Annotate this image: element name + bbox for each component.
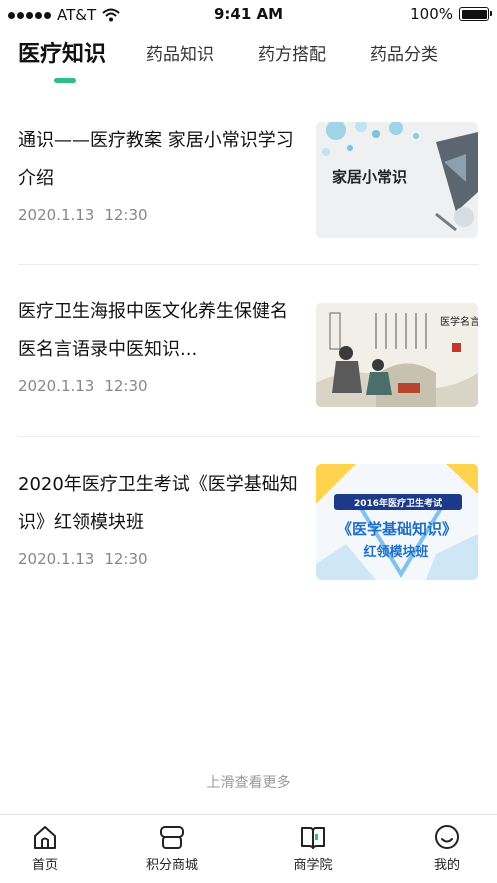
thumbnail-line3: 红领模块班	[363, 544, 428, 560]
nav-mine[interactable]: 我的	[402, 823, 492, 873]
battery-icon	[459, 7, 492, 21]
article-item[interactable]: 2020年医疗卫生考试《医学基础知识》红领模块班 2020.1.13 12:30 …	[18, 464, 479, 584]
category-tabs: 医疗知识 药品知识 药方搭配 药品分类	[0, 40, 497, 90]
article-time: 12:30	[104, 206, 148, 224]
article-datetime: 2020.1.13 12:30	[18, 550, 148, 568]
nav-home-label: 首页	[31, 858, 58, 873]
nav-academy-label: 商学院	[293, 858, 333, 873]
article-date: 2020.1.13	[18, 377, 95, 395]
article-thumbnail: 家居小常识	[316, 122, 478, 238]
article-time: 12:30	[104, 377, 148, 395]
article-time: 12:30	[104, 550, 148, 568]
thumbnail-line2: 《医学基础知识》	[337, 520, 457, 538]
status-bar: AT&T 9:41 AM 100%	[0, 0, 497, 30]
article-datetime: 2020.1.13 12:30	[18, 377, 148, 395]
load-more-hint: 上滑查看更多	[206, 775, 291, 791]
thumbnail-image: 家居小常识	[316, 122, 478, 238]
divider	[18, 436, 479, 437]
tab-prescription[interactable]: 药方搭配	[258, 40, 326, 65]
thumbnail-image: 医学名言	[316, 303, 478, 407]
book-icon	[301, 827, 325, 849]
smile-icon	[435, 825, 459, 849]
article-date: 2020.1.13	[18, 550, 95, 568]
thumbnail-text: 家居小常识	[332, 168, 407, 186]
thumbnail-line1: 2016年医疗卫生考试	[354, 497, 442, 509]
article-title: 2020年医疗卫生考试《医学基础知识》红领模块班	[18, 474, 298, 533]
article-thumbnail: 2016年医疗卫生考试 《医学基础知识》 红领模块班	[316, 464, 478, 580]
divider	[18, 264, 479, 265]
status-right: 100%	[410, 5, 492, 23]
article-thumbnail: 医学名言	[316, 303, 478, 407]
article-date: 2020.1.13	[18, 206, 95, 224]
nav-academy[interactable]: 商学院	[268, 823, 358, 873]
home-icon	[34, 826, 56, 849]
nav-mall-label: 积分商城	[145, 858, 198, 873]
article-datetime: 2020.1.13 12:30	[18, 206, 148, 224]
tab-drug-knowledge[interactable]: 药品知识	[146, 40, 214, 65]
article-item[interactable]: 医疗卫生海报中医文化养生保健名医名言语录中医知识... 2020.1.13 12:…	[18, 293, 479, 411]
thumbnail-text: 医学名言	[440, 315, 478, 328]
active-tab-indicator	[54, 78, 76, 83]
battery-percent: 100%	[410, 5, 453, 23]
nav-mall[interactable]: 积分商城	[127, 823, 217, 873]
article-title: 通识——医疗教案 家居小常识学习介绍	[18, 130, 294, 189]
mall-icon	[160, 826, 184, 849]
bottom-nav: 首页 积分商城 商学院 我的	[0, 814, 497, 883]
tab-drug-category[interactable]: 药品分类	[370, 40, 438, 65]
tab-medical-knowledge[interactable]: 医疗知识	[18, 36, 106, 68]
thumbnail-image: 2016年医疗卫生考试 《医学基础知识》 红领模块班	[316, 464, 478, 580]
article-title: 医疗卫生海报中医文化养生保健名医名言语录中医知识...	[18, 301, 288, 360]
nav-mine-label: 我的	[433, 858, 460, 873]
nav-home[interactable]: 首页	[0, 823, 90, 873]
article-item[interactable]: 通识——医疗教案 家居小常识学习介绍 2020.1.13 12:30 家居小常识	[18, 122, 479, 240]
